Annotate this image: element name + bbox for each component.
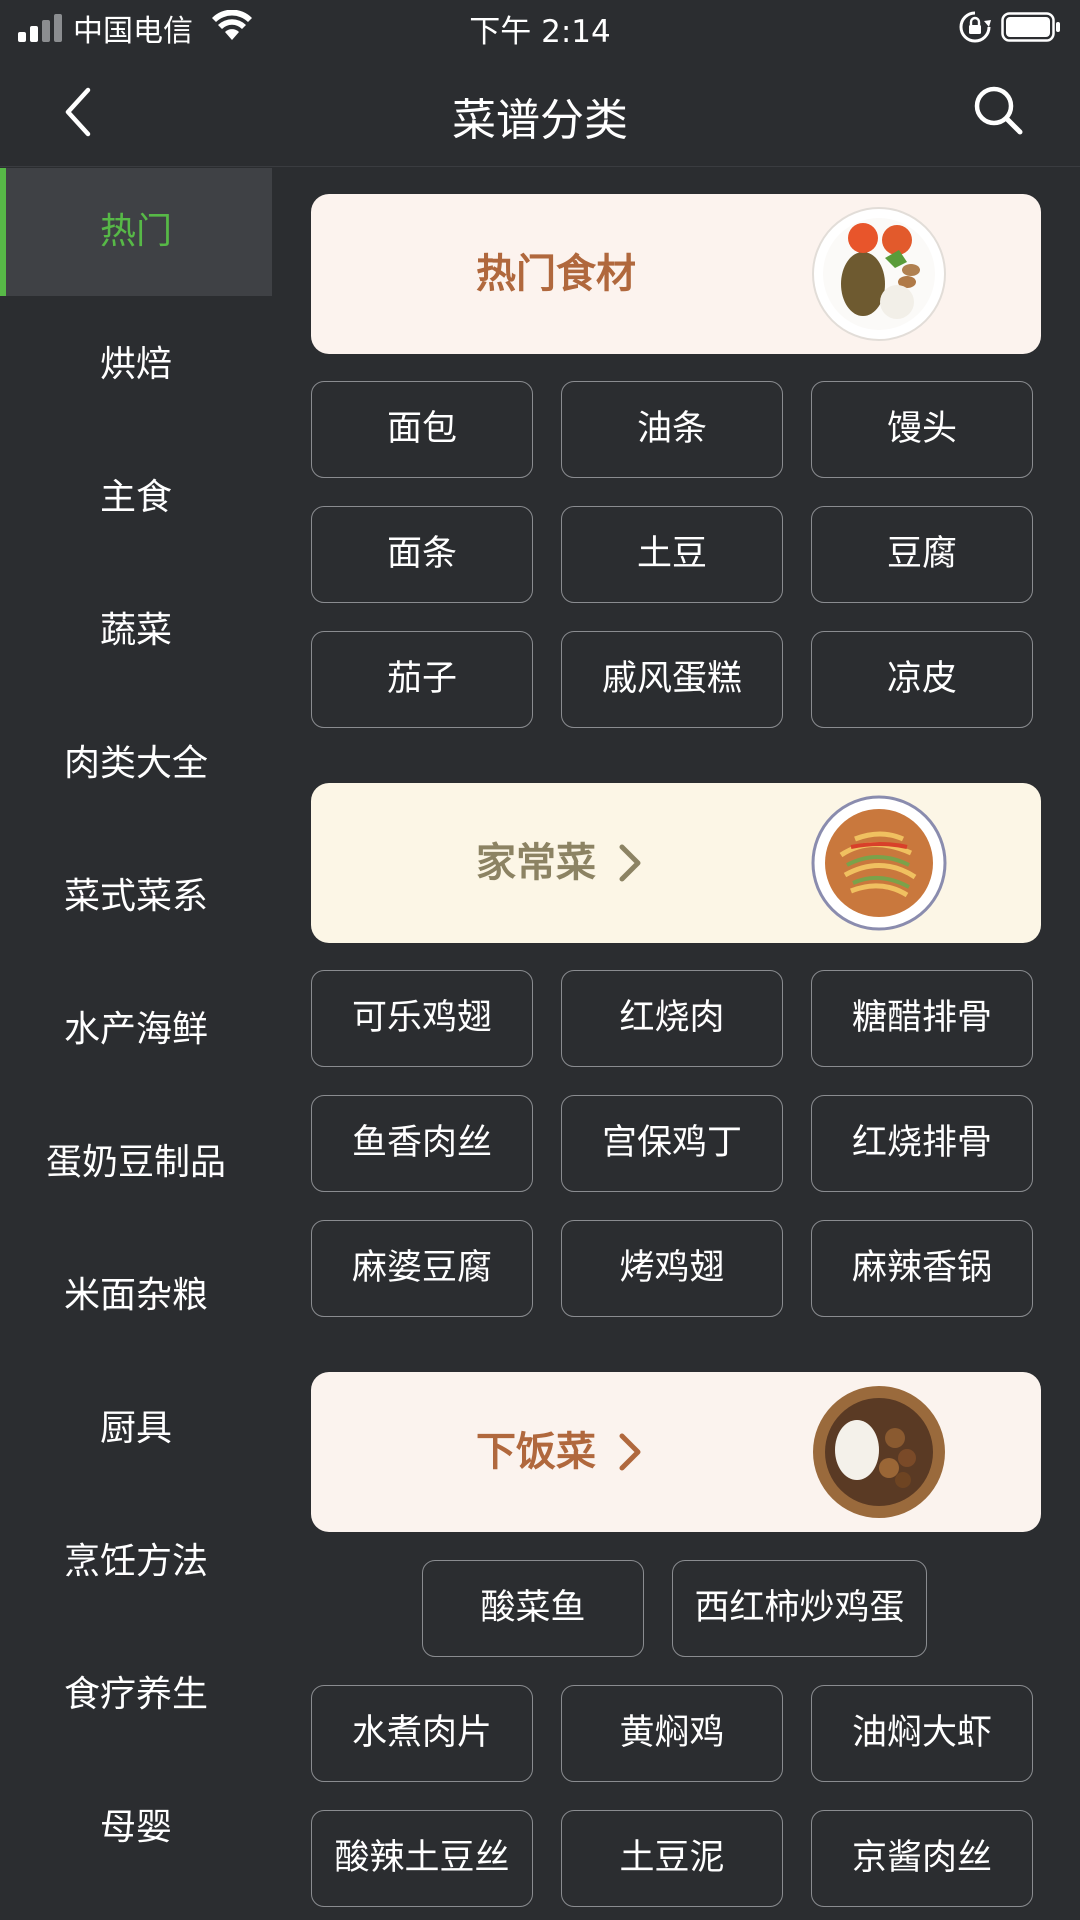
chip-mantou[interactable]: 馒头	[811, 381, 1033, 478]
battery-icon	[1001, 12, 1060, 42]
chip-braised-prawns[interactable]: 油焖大虾	[811, 1685, 1033, 1782]
chip-chiffon-cake[interactable]: 戚风蛋糕	[561, 631, 783, 728]
page-title: 菜谱分类	[452, 95, 628, 146]
chip-youtiao[interactable]: 油条	[561, 381, 783, 478]
section-banner-hot-ingredients[interactable]: 热门食材	[311, 194, 1041, 354]
rice-dish-plate-image	[813, 1386, 945, 1518]
status-time: 下午 2:14	[469, 14, 611, 50]
chip-sweet-sour-ribs[interactable]: 糖醋排骨	[811, 970, 1033, 1067]
chip-mapo-tofu[interactable]: 麻婆豆腐	[311, 1220, 533, 1317]
chevron-right-icon	[619, 844, 641, 882]
sidebar-item-egg-dairy-tofu[interactable]: 蛋奶豆制品	[0, 1099, 272, 1227]
chip-yuxiang-pork[interactable]: 鱼香肉丝	[311, 1095, 533, 1192]
sidebar-item-cuisine[interactable]: 菜式菜系	[0, 833, 272, 961]
sidebar-item-vegetables[interactable]: 蔬菜	[0, 567, 272, 695]
banner-label: 热门食材	[476, 251, 636, 297]
sidebar-item-seafood[interactable]: 水产海鲜	[0, 966, 272, 1094]
sidebar-item-grains[interactable]: 米面杂粮	[0, 1232, 272, 1360]
chip-potato[interactable]: 土豆	[561, 506, 783, 603]
search-icon[interactable]	[970, 82, 1026, 138]
sidebar-item-baking[interactable]: 烘焙	[0, 301, 272, 429]
chip-tomato-egg[interactable]: 西红柿炒鸡蛋	[672, 1560, 927, 1657]
banner-label: 下饭菜	[476, 1429, 596, 1475]
chip-tofu[interactable]: 豆腐	[811, 506, 1033, 603]
chevron-right-icon	[619, 1433, 641, 1471]
sidebar-item-staple[interactable]: 主食	[0, 434, 272, 562]
sidebar-item-mother-baby[interactable]: 母婴	[0, 1764, 272, 1892]
sidebar-item-cookware[interactable]: 厨具	[0, 1365, 272, 1493]
nav-bar: 菜谱分类	[0, 56, 1080, 167]
sidebar-item-cooking-methods[interactable]: 烹饪方法	[0, 1498, 272, 1626]
rotation-lock-icon	[959, 11, 991, 43]
chip-sour-spicy-potato[interactable]: 酸辣土豆丝	[311, 1810, 533, 1907]
chip-bread[interactable]: 面包	[311, 381, 533, 478]
chip-mashed-potato[interactable]: 土豆泥	[561, 1810, 783, 1907]
sidebar-item-hot[interactable]: 热门	[0, 168, 272, 296]
chip-kungpao-chicken[interactable]: 宫保鸡丁	[561, 1095, 783, 1192]
chip-braised-chicken[interactable]: 黄焖鸡	[561, 1685, 783, 1782]
chip-spicy-pot[interactable]: 麻辣香锅	[811, 1220, 1033, 1317]
chip-braised-ribs[interactable]: 红烧排骨	[811, 1095, 1033, 1192]
chip-jingjiang-pork[interactable]: 京酱肉丝	[811, 1810, 1033, 1907]
section-banner-rice-dishes[interactable]: 下饭菜	[311, 1372, 1041, 1532]
home-dish-plate-image	[811, 795, 947, 931]
screen: 中国电信 下午 2:14 菜谱分类 热门 烘焙 主食 蔬菜 肉类大全 菜式菜系 …	[0, 0, 1080, 1920]
sidebar-item-health[interactable]: 食疗养生	[0, 1631, 272, 1759]
chip-liangpi[interactable]: 凉皮	[811, 631, 1033, 728]
section-banner-home-dishes[interactable]: 家常菜	[311, 783, 1041, 943]
chip-boiled-pork[interactable]: 水煮肉片	[311, 1685, 533, 1782]
chip-eggplant[interactable]: 茄子	[311, 631, 533, 728]
chip-noodles[interactable]: 面条	[311, 506, 533, 603]
category-sidebar: 热门 烘焙 主食 蔬菜 肉类大全 菜式菜系 水产海鲜 蛋奶豆制品 米面杂粮 厨具…	[0, 168, 272, 1920]
chip-braised-pork[interactable]: 红烧肉	[561, 970, 783, 1067]
sidebar-item-meat[interactable]: 肉类大全	[0, 700, 272, 828]
chip-roast-wings[interactable]: 烤鸡翅	[561, 1220, 783, 1317]
ingredients-plate-image	[812, 207, 946, 341]
chip-cola-wings[interactable]: 可乐鸡翅	[311, 970, 533, 1067]
banner-label: 家常菜	[476, 840, 596, 886]
status-bar: 中国电信 下午 2:14	[0, 0, 1080, 56]
chip-pickled-fish[interactable]: 酸菜鱼	[422, 1560, 644, 1657]
